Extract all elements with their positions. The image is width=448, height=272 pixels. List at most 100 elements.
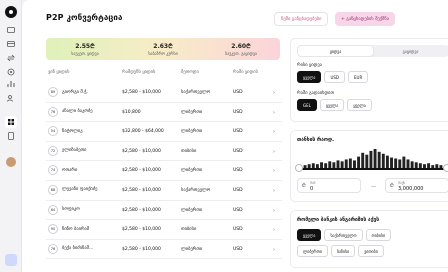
bank-chip[interactable]: ლიბერთი (297, 245, 328, 257)
histogram-bar (398, 159, 402, 168)
app-frame: P2P კონვერტაცია ჩემი განცხადებები + განც… (0, 0, 448, 272)
my-ads-button[interactable]: ჩემი განცხადებები (274, 12, 329, 26)
currency-chip[interactable]: EUR (348, 71, 369, 83)
currency-label: რისი ყიდვა (297, 63, 322, 68)
amount-range: $32,800 - $64,000 (122, 129, 164, 135)
bank-chip[interactable]: ყველა (297, 229, 322, 241)
chevron-right-icon[interactable]: › (273, 149, 275, 155)
table-row[interactable]: 76 ბექა ბიძინაშ... $2,580 - $10,000 ლიბერთი… (46, 240, 282, 260)
histogram-bar (340, 161, 344, 168)
create-ad-button[interactable]: + განცხადების შექმნა (335, 12, 395, 26)
currency-chip[interactable]: USD (324, 71, 345, 83)
chart-icon[interactable] (7, 80, 15, 88)
chevron-right-icon[interactable]: › (273, 247, 275, 253)
tab-buy[interactable]: ყიდვა (298, 46, 373, 56)
table-row[interactable]: 88 ლევანი ფაიქიძე $2,580 - $10,000 საქართვე… (46, 181, 282, 201)
currency-options: ყველა USD EUR (297, 71, 369, 83)
pay-chip[interactable]: ყველა (347, 99, 372, 111)
currency-chip[interactable]: ყველა (297, 71, 322, 83)
payment-method: საქართველო (181, 187, 211, 193)
histogram-bar (406, 159, 410, 168)
histogram-bar (402, 156, 406, 168)
rating-badge: 88 (48, 184, 58, 195)
amount-range: $10,800 (122, 109, 141, 115)
payment-method: საქართველო (181, 90, 211, 95)
document-icon[interactable] (7, 132, 15, 140)
seller-name: გიორგი შ.ჭ. (62, 89, 88, 95)
slider-min-handle[interactable] (295, 164, 303, 172)
amount-slider[interactable] (299, 168, 447, 170)
histogram-bar (394, 158, 398, 168)
wallet-icon[interactable] (7, 26, 15, 34)
amount-title: თანხის რაოდ. (297, 137, 335, 143)
currency-code: USD (233, 90, 243, 95)
seller-cell: 76 ანალი ბაკოძე (48, 106, 93, 117)
chevron-right-icon[interactable]: › (273, 227, 275, 233)
chevron-right-icon[interactable]: › (273, 168, 275, 174)
seller-name: ბექა ბიძინაშ... (62, 246, 94, 252)
chevron-right-icon[interactable]: › (273, 129, 275, 135)
table-row[interactable]: 90 ნინო ბაირამ $2,580 - $10,000 თიბისი USD › (46, 220, 282, 240)
table-row[interactable]: 76 ანალი ბაკოძე $10,800 ლიბერთი USD › (46, 103, 282, 123)
rate-sell: 2.60₾ საუკეთ. გაყიდვა (225, 43, 257, 56)
seller-cell: 72 ელიზაბეთი (48, 145, 87, 156)
rating-badge: 72 (48, 145, 58, 156)
histogram-bar (377, 151, 381, 168)
chevron-right-icon[interactable]: › (273, 110, 275, 116)
p2p-icon[interactable] (5, 116, 17, 128)
currency-code: USD (233, 109, 243, 115)
chevron-right-icon[interactable]: › (273, 188, 275, 194)
bank-chip[interactable]: საქართველო (324, 229, 363, 241)
table-row[interactable]: 89 გიორგი შ.ჭ. $2,580 - $10,000 საქართველო U… (46, 83, 282, 103)
rating-badge: 54 (48, 126, 58, 137)
table-row[interactable]: 64 სოფიკო $2,580 - $10,000 ლიბერთი USD › (46, 201, 282, 221)
payment-method: თიბისი (181, 148, 197, 154)
exchange-icon[interactable] (7, 54, 15, 62)
seller-cell: 64 სოფიკო (48, 204, 80, 215)
bank-panel: რომელი ბანკის ანგარიშის აქვს ყველა საქარ… (290, 210, 448, 268)
amount-range: $2,580 - $10,000 (122, 148, 161, 154)
pay-chip[interactable]: ყველა (319, 99, 345, 111)
chevron-right-icon[interactable]: › (273, 208, 275, 214)
users-icon[interactable] (7, 94, 15, 102)
bank-chip[interactable]: ბაზისი (330, 245, 356, 257)
target-icon[interactable] (7, 68, 15, 76)
histogram-bar (373, 149, 377, 168)
rating-badge: 76 (48, 106, 58, 117)
seller-cell: 90 ნინო ბაირამ (48, 224, 89, 235)
rating-badge: 89 (48, 87, 58, 97)
rate-market: 2.63₾ საბაზრო კურსი (148, 43, 178, 56)
bank-chip[interactable]: ვითიბი (358, 245, 384, 257)
pay-options: GEL ყველა ყველა (297, 99, 372, 111)
currency-code: USD (233, 148, 243, 154)
filter-panel: ყიდვა გაყიდვა რისი ყიდვა ყველა USD EUR რ… (290, 38, 448, 122)
chevron-right-icon[interactable]: › (273, 90, 275, 96)
table-row[interactable]: 74 ოთარი $2,580 - $10,000 ლიბერთი USD › (46, 161, 282, 181)
tab-sell[interactable]: გაყიდვა (373, 46, 448, 56)
table-row[interactable]: 72 ელიზაბეთი $2,580 - $10,000 თიბისი USD › (46, 142, 282, 162)
rate-banner: 2.55₾ საუკეთ. ყიდვა 2.63₾ საბაზრო კურსი … (46, 38, 280, 60)
card-icon[interactable] (7, 40, 15, 48)
slider-max-handle[interactable] (443, 164, 448, 172)
payment-method: ლიბერთი (181, 109, 203, 115)
histogram-bar (344, 159, 348, 168)
amount-range: $2,580 - $10,000 (122, 207, 161, 213)
bank-chip[interactable]: თიბისი (365, 229, 392, 241)
rating-badge: 76 (48, 243, 58, 254)
max-amount-field[interactable]: ₾ მაქს 3,000,000 (385, 178, 448, 193)
min-amount-field[interactable]: ₾ მინ 0 (297, 178, 361, 193)
histogram-bar (390, 157, 393, 168)
support-icon[interactable] (5, 254, 17, 266)
seller-name: ანალი ბაკოძე (62, 109, 93, 115)
histogram-bar (381, 153, 385, 168)
table-row[interactable]: 54 ნატოლიკ $32,800 - $64,000 ლიბერთი USD › (46, 122, 282, 142)
currency-code: USD (233, 207, 243, 213)
avatar[interactable] (6, 157, 16, 167)
payment-method: ლიბერთი (181, 129, 203, 135)
table-header: ვინ ყიდის რამდენს ყიდის მეთოდი რაში ყიდი… (48, 70, 258, 75)
pay-chip[interactable]: GEL (297, 99, 317, 111)
logo-icon[interactable] (5, 6, 17, 18)
seller-name: ლევანი ფაიქიძე (62, 187, 98, 193)
currency-code: USD (233, 187, 243, 193)
sidebar (0, 0, 22, 272)
